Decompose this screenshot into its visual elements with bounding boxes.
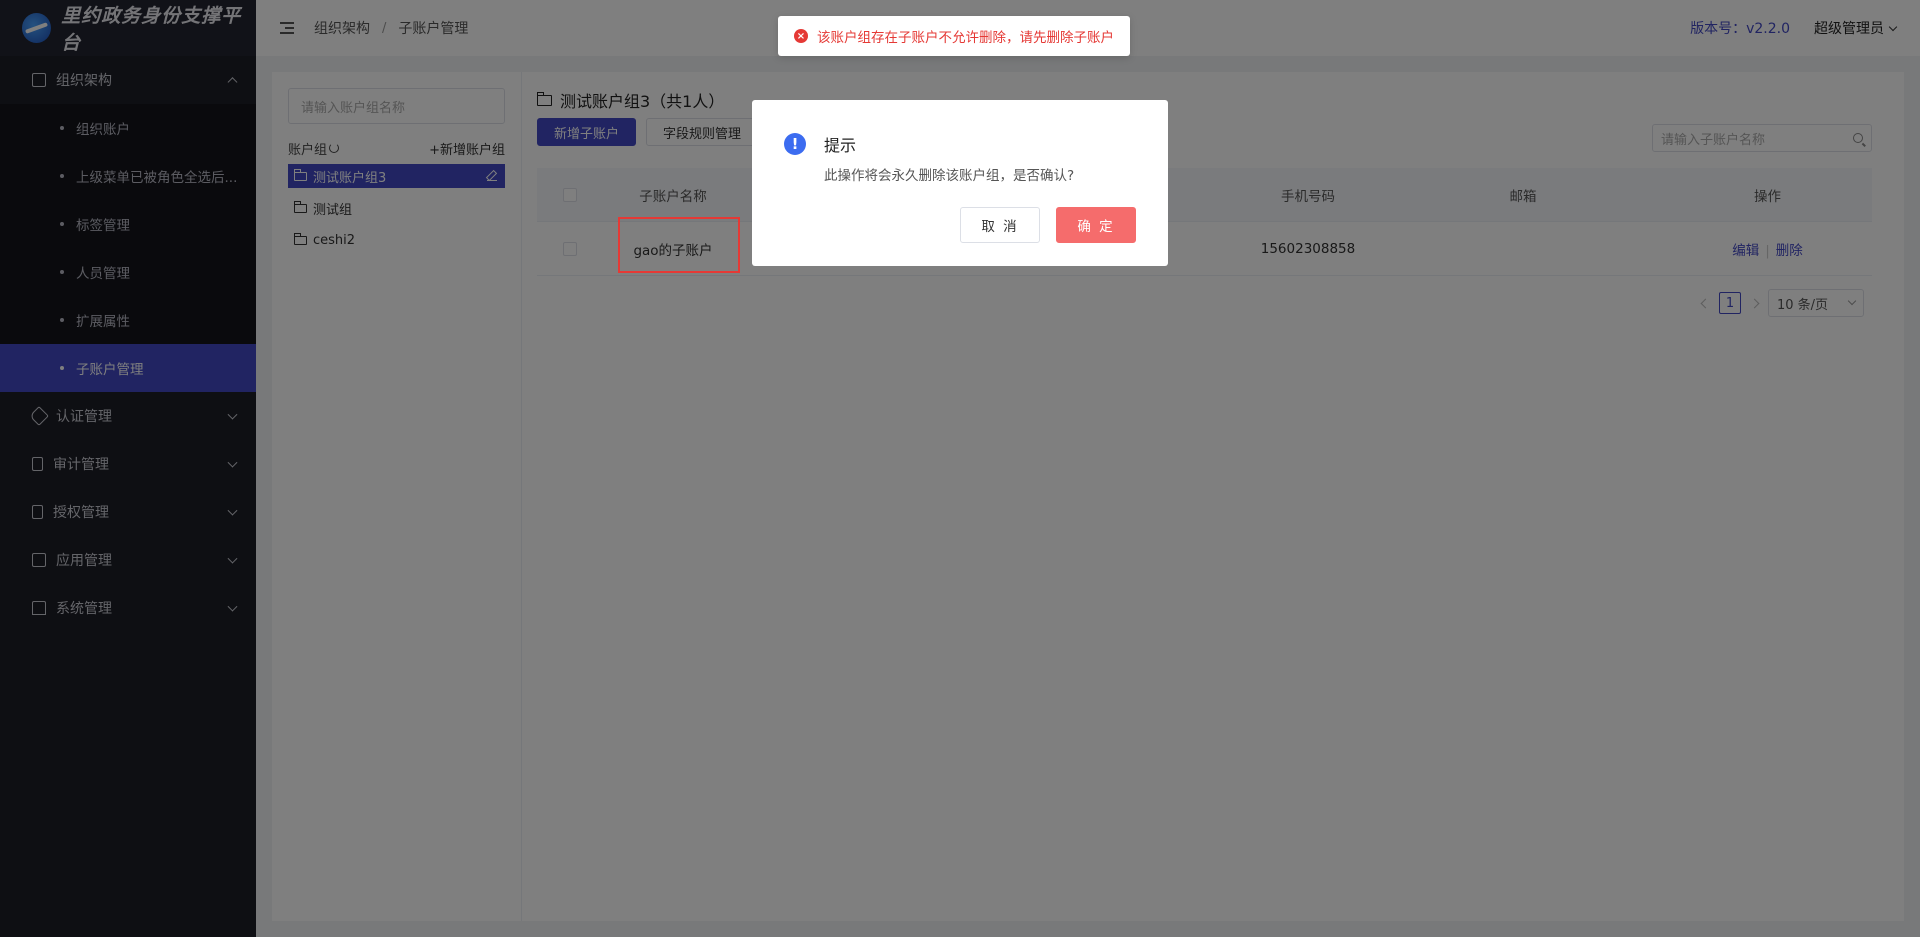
warning-icon: ! [784, 133, 806, 155]
error-toast: × 该账户组存在子账户不允许删除，请先删除子账户 [778, 16, 1130, 56]
highlight-annotation [618, 217, 740, 273]
confirm-button[interactable]: 确 定 [1056, 207, 1136, 243]
confirm-dialog: ! 提示 此操作将会永久删除该账户组，是否确认? 取 消 确 定 [752, 100, 1168, 266]
toast-message: 该账户组存在子账户不允许删除，请先删除子账户 [817, 30, 1114, 46]
dialog-message: 此操作将会永久删除该账户组，是否确认? [824, 168, 1075, 184]
dialog-title: 提示 [824, 136, 857, 155]
error-icon: × [794, 29, 808, 43]
cancel-button[interactable]: 取 消 [960, 207, 1040, 243]
